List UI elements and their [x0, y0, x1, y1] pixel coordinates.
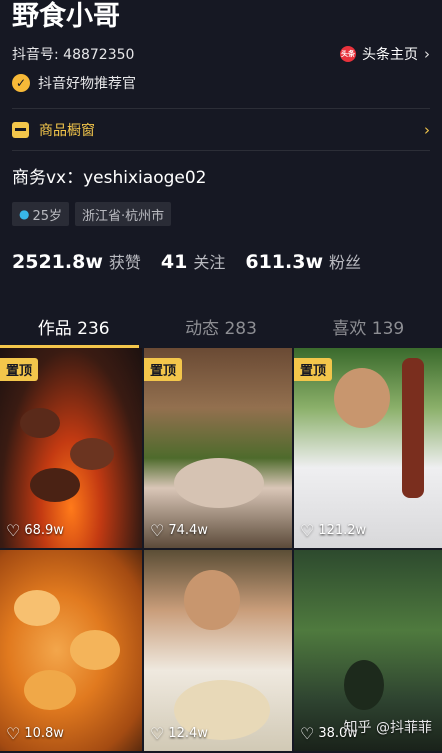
shop-window-row[interactable]: 商品橱窗 ›	[12, 118, 430, 142]
check-badge-icon: ✓	[12, 74, 30, 92]
toutiao-logo-icon: 头条	[340, 46, 356, 62]
bio-text: 商务vx：yeshixiaoge02	[12, 168, 207, 188]
shop-window-label: 商品橱窗	[39, 123, 95, 139]
heart-icon: ♡	[150, 521, 165, 540]
content-tabs: 作品 236 动态 283 喜欢 139	[0, 304, 442, 348]
stat-followers-value: 611.3w	[245, 251, 324, 273]
like-count-value: 74.4w	[168, 523, 208, 538]
video-tile[interactable]: ♡ 38.0w 知乎 @抖菲菲	[294, 550, 442, 753]
tab-activity[interactable]: 动态 283	[147, 304, 294, 348]
pinned-badge: 置顶	[294, 358, 333, 381]
like-count: ♡ 68.9w	[6, 521, 64, 540]
pinned-badge: 置顶	[0, 358, 39, 381]
watermark: 知乎 @抖菲菲	[343, 720, 432, 736]
heart-icon: ♡	[6, 724, 21, 743]
stat-likes-value: 2521.8w	[12, 251, 103, 273]
tab-likes[interactable]: 喜欢 139	[295, 304, 442, 348]
video-grid: 置顶 ♡ 68.9w 置顶 ♡ 74.4w 置顶 ♡ 121.2w ♡ 10.8…	[0, 348, 442, 753]
shop-icon	[12, 122, 29, 138]
account-id: 抖音号: 48872350	[12, 47, 135, 63]
chevron-right-icon: ›	[424, 45, 430, 63]
like-count-value: 12.4w	[168, 726, 208, 741]
video-tile[interactable]: 置顶 ♡ 121.2w	[294, 348, 442, 550]
video-tile[interactable]: 置顶 ♡ 74.4w	[144, 348, 294, 550]
profile-name: 野食小哥	[12, 1, 120, 32]
like-count: ♡ 74.4w	[150, 521, 208, 540]
like-count-value: 10.8w	[24, 726, 64, 741]
location-tag: 浙江省·杭州市	[75, 202, 172, 226]
toutiao-homepage-link[interactable]: 头条 头条主页 ›	[340, 44, 430, 64]
age-tag-label: 25岁	[32, 208, 63, 224]
tab-works[interactable]: 作品 236	[0, 304, 147, 348]
stat-following-label: 关注	[193, 253, 226, 272]
account-row: 抖音号: 48872350 头条 头条主页 ›	[12, 44, 430, 64]
stat-followers[interactable]: 611.3w 粉丝	[245, 249, 361, 273]
stat-following[interactable]: 41 关注	[161, 249, 225, 273]
like-count-value: 121.2w	[318, 523, 367, 538]
stat-following-value: 41	[160, 251, 188, 273]
person-icon: ●	[19, 207, 30, 221]
pinned-badge: 置顶	[144, 358, 183, 381]
video-tile[interactable]: ♡ 10.8w	[0, 550, 144, 753]
profile-tags: ● 25岁 浙江省·杭州市	[12, 202, 172, 226]
video-tile[interactable]: ♡ 12.4w	[144, 550, 294, 753]
like-count: ♡ 121.2w	[300, 521, 366, 540]
heart-icon: ♡	[300, 724, 315, 743]
divider	[12, 108, 430, 109]
heart-icon: ♡	[6, 521, 21, 540]
video-tile[interactable]: 置顶 ♡ 68.9w	[0, 348, 144, 550]
toutiao-homepage-label: 头条主页	[362, 47, 418, 63]
stat-likes: 2521.8w 获赞	[12, 249, 141, 273]
chevron-right-icon: ›	[424, 121, 430, 139]
heart-icon: ♡	[300, 521, 315, 540]
badge-label: 抖音好物推荐官	[38, 76, 136, 92]
age-tag: ● 25岁	[12, 202, 70, 226]
heart-icon: ♡	[150, 724, 165, 743]
recommender-badge[interactable]: ✓ 抖音好物推荐官	[12, 72, 136, 94]
stat-likes-label: 获赞	[108, 253, 141, 272]
divider	[12, 150, 430, 151]
stats-row: 2521.8w 获赞 41 关注 611.3w 粉丝	[12, 249, 381, 273]
like-count: ♡ 12.4w	[150, 724, 208, 743]
stat-followers-label: 粉丝	[329, 253, 362, 272]
like-count-value: 68.9w	[24, 523, 64, 538]
like-count: ♡ 10.8w	[6, 724, 64, 743]
